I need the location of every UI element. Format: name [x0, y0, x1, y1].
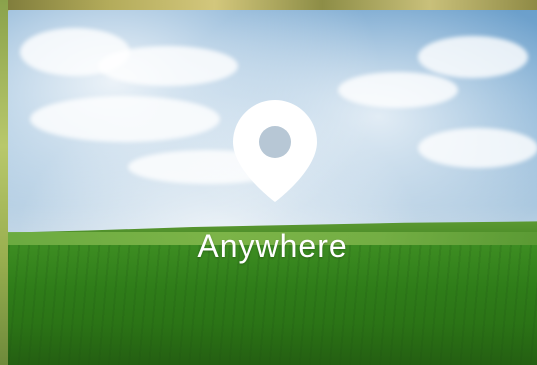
cloud-shape [98, 46, 238, 86]
cloud-shape [418, 128, 537, 168]
left-decorative-strip [0, 0, 8, 365]
cloud-shape [30, 96, 220, 142]
cloud-shape [418, 36, 528, 78]
top-decorative-strip [0, 0, 537, 10]
cloud-shape [338, 72, 458, 108]
anywhere-tile[interactable]: Anywhere [8, 10, 537, 365]
map-pin-icon [233, 100, 317, 202]
tile-label: Anywhere [197, 228, 348, 264]
tile-frame: Anywhere [0, 0, 537, 365]
